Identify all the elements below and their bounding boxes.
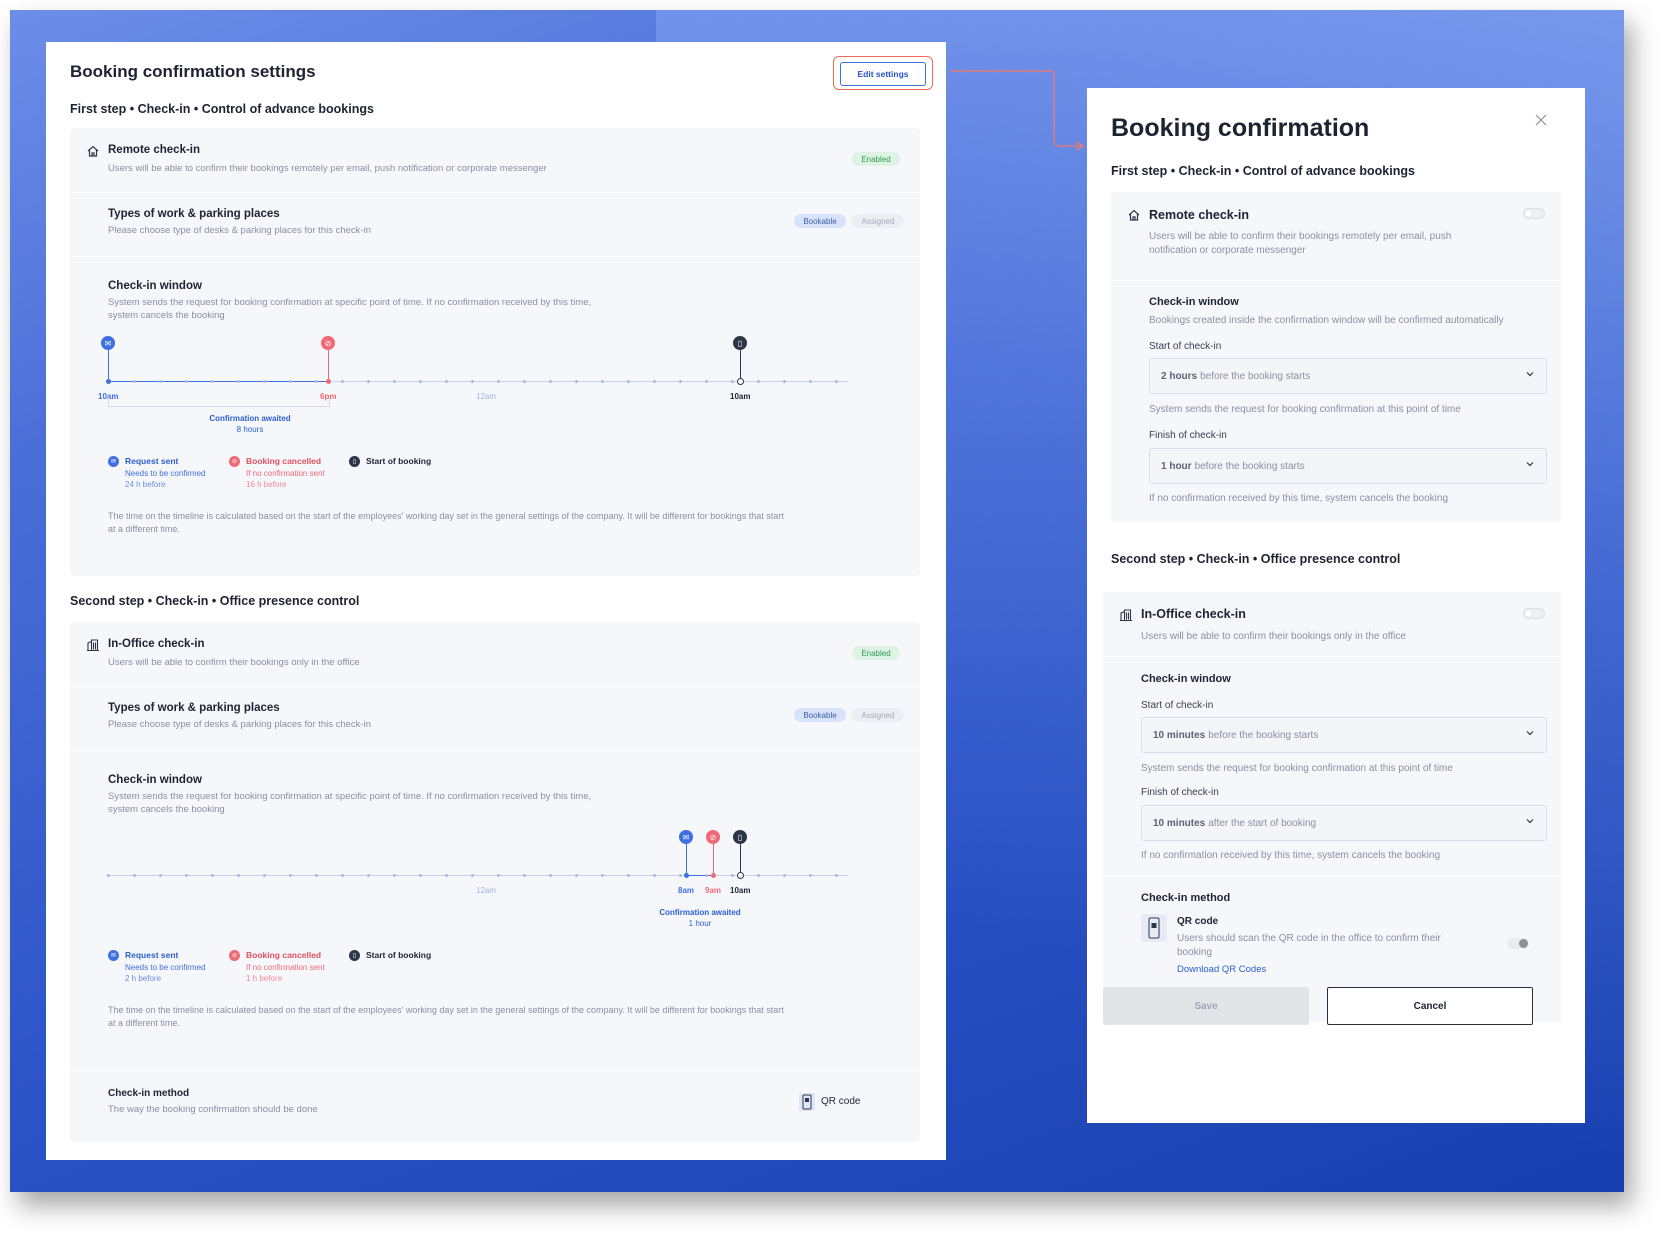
connector-arrow (950, 70, 1085, 151)
